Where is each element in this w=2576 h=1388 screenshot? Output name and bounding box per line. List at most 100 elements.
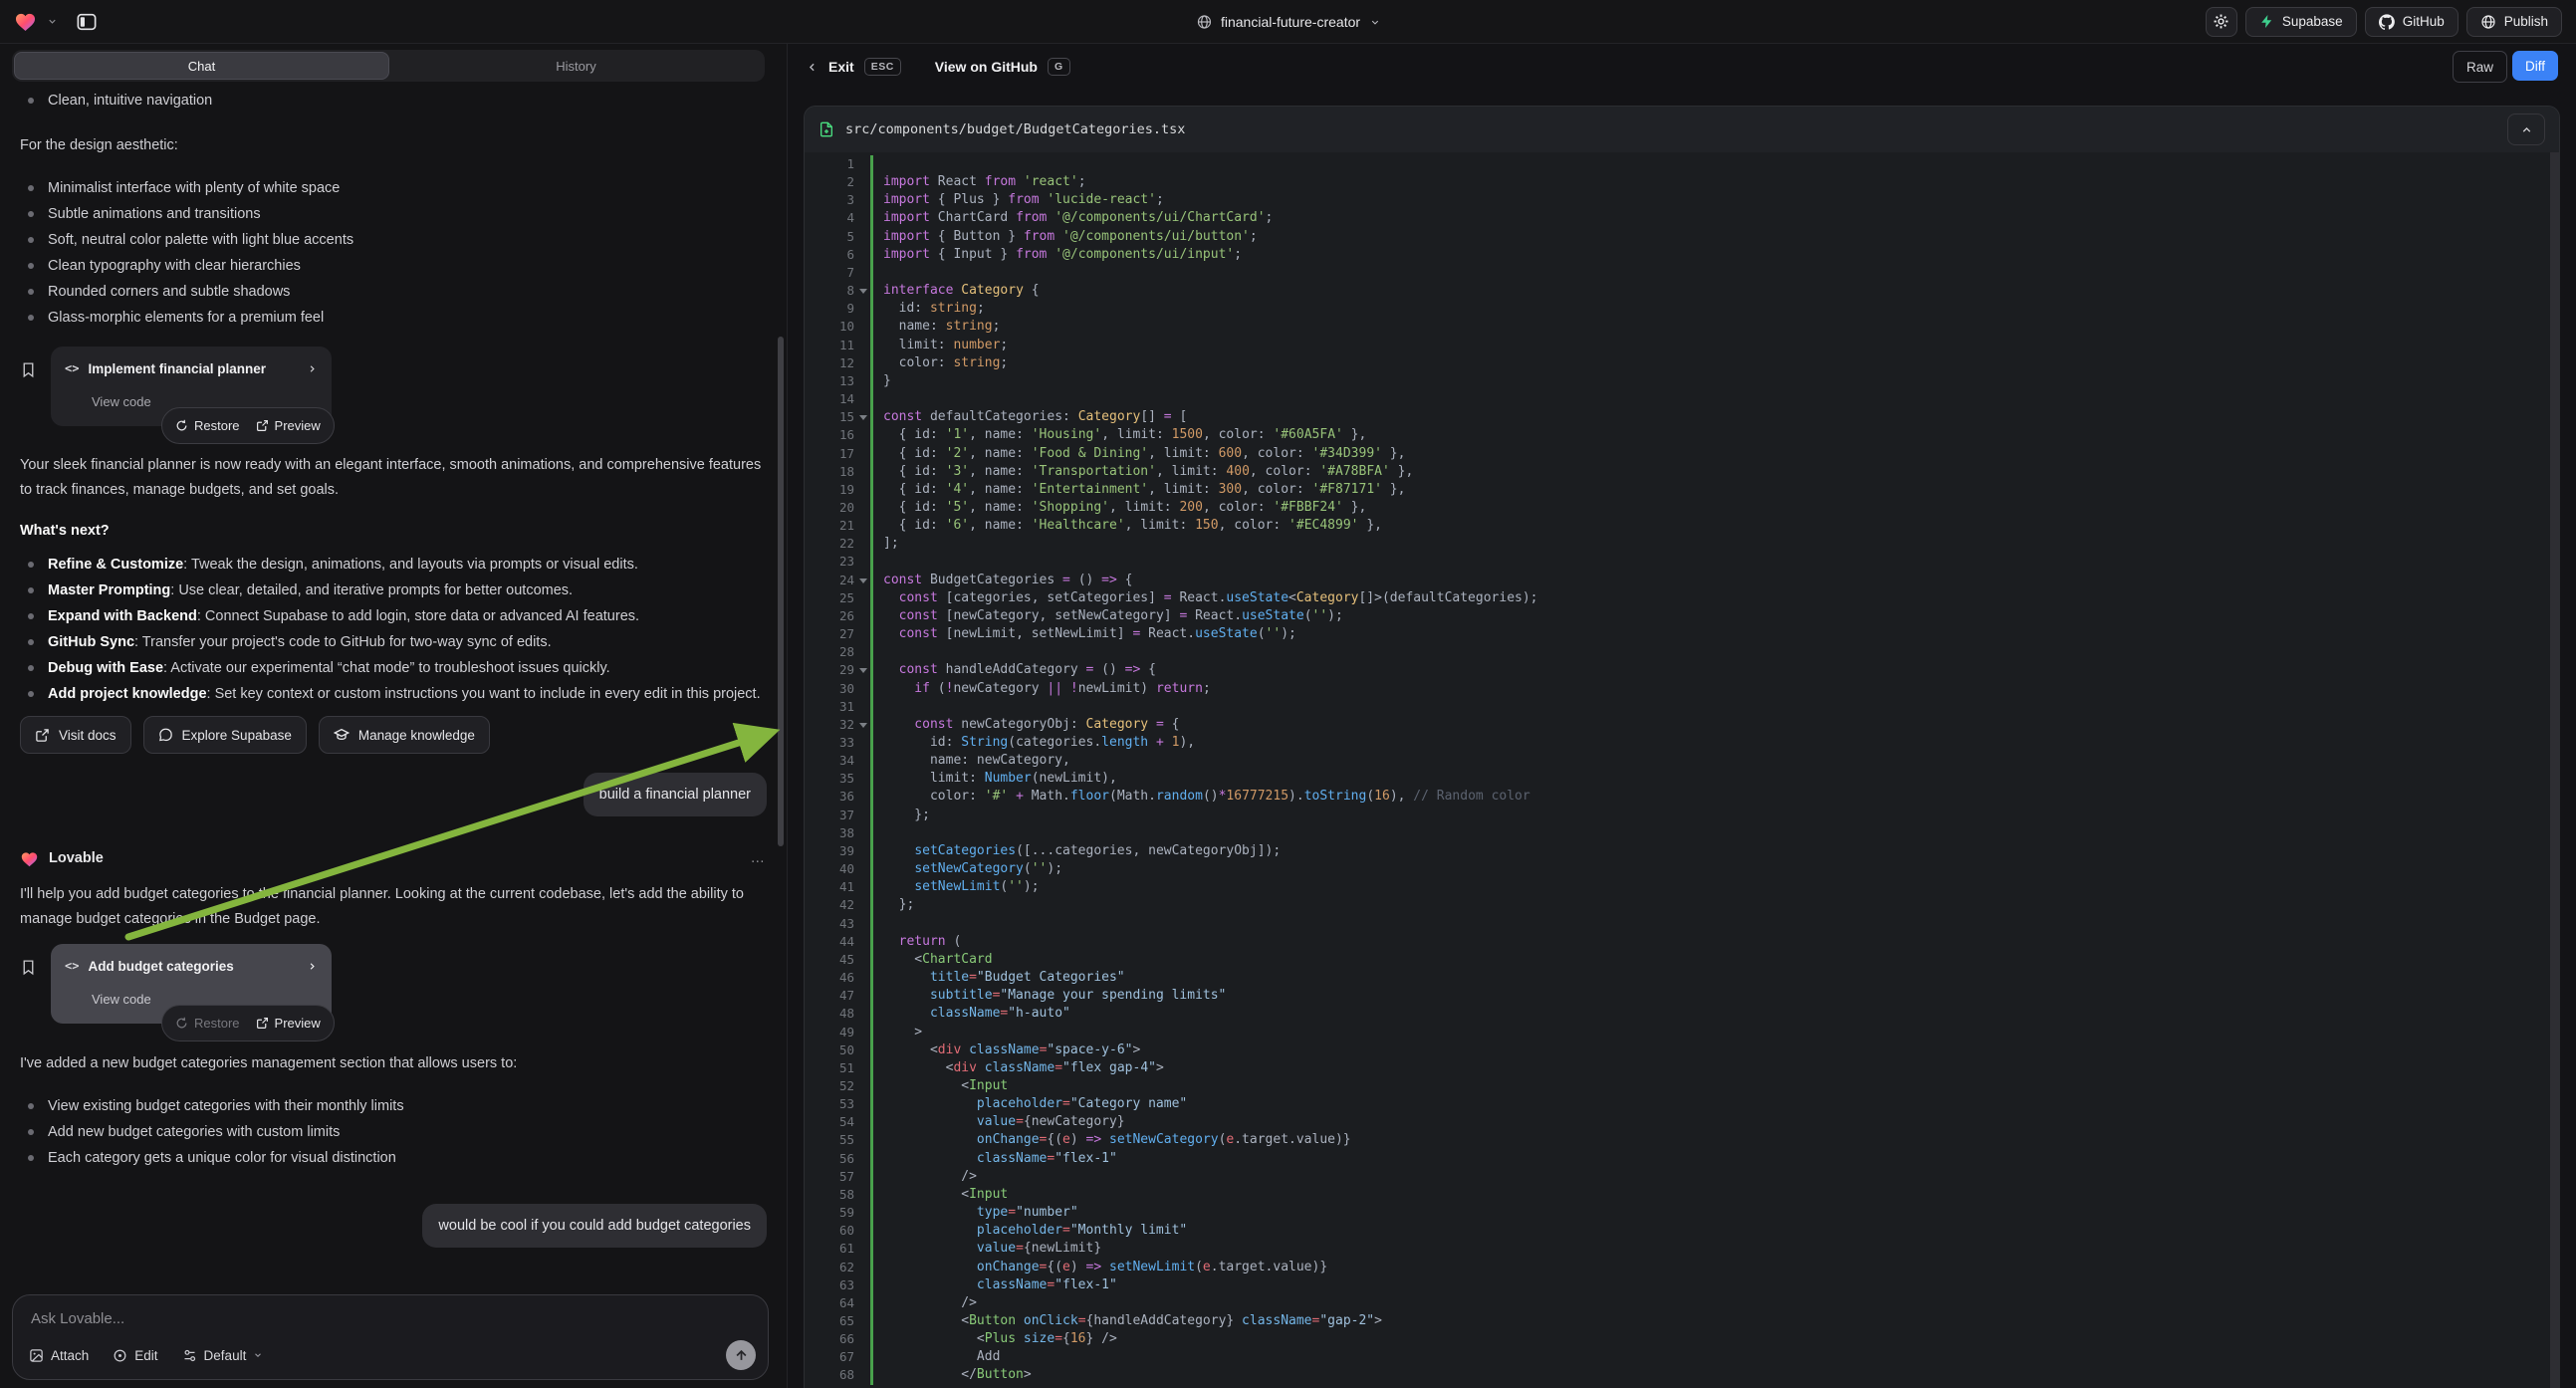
code-line: 47 subtitle="Manage your spending limits…	[805, 987, 2550, 1005]
list-item: Master Prompting: Use clear, detailed, a…	[20, 578, 767, 603]
code-line: 39 setCategories([...categories, newCate…	[805, 842, 2550, 860]
edit-mode-button[interactable]: Edit	[113, 1348, 157, 1363]
supabase-button[interactable]: Supabase	[2245, 7, 2357, 37]
code-line: 59 type="number"	[805, 1204, 2550, 1222]
quick-actions: Visit docs Explore Supabase Manage knowl…	[20, 716, 767, 754]
restore-button[interactable]: Restore	[175, 1011, 240, 1036]
view-on-github-button[interactable]: View on GitHub	[935, 59, 1038, 75]
code-editor[interactable]: 1 2import React from 'react';3import { P…	[805, 152, 2550, 1388]
settings-button[interactable]	[2206, 7, 2237, 37]
collapse-file-button[interactable]	[2507, 114, 2545, 145]
code-line: 46 title="Budget Categories"	[805, 969, 2550, 987]
esc-shortcut-badge: ESC	[864, 58, 901, 76]
restore-button[interactable]: Restore	[175, 413, 240, 438]
manage-knowledge-button[interactable]: Manage knowledge	[319, 716, 490, 754]
chevron-left-icon	[806, 61, 819, 74]
explore-supabase-button[interactable]: Explore Supabase	[143, 716, 307, 754]
supabase-icon	[2259, 14, 2274, 29]
message-more-button[interactable]: …	[751, 846, 768, 871]
code-line: 68 </Button>	[805, 1366, 2550, 1384]
list-item: Rounded corners and subtle shadows	[20, 279, 767, 305]
code-line: 44 return (	[805, 933, 2550, 951]
preview-button[interactable]: Preview	[256, 413, 321, 438]
tab-history[interactable]: History	[389, 52, 763, 80]
restore-icon	[175, 1017, 188, 1030]
exit-button[interactable]: Exit	[828, 59, 854, 75]
arrow-up-icon	[734, 1348, 749, 1363]
whats-next-heading: What's next?	[20, 519, 767, 544]
design-heading: For the design aesthetic:	[20, 133, 767, 158]
project-switcher[interactable]: financial-future-creator	[1196, 0, 1380, 44]
code-viewer-panel: Exit ESC View on GitHub G Raw Diff src/c…	[787, 44, 2576, 1388]
github-icon	[2379, 14, 2395, 30]
code-line: 3import { Plus } from 'lucide-react';	[805, 191, 2550, 209]
bookmark-icon[interactable]	[20, 360, 37, 379]
code-line: 10 name: string;	[805, 318, 2550, 336]
list-item: Clean typography with clear hierarchies	[20, 253, 767, 279]
added-features-list: View existing budget categories with the…	[20, 1093, 767, 1171]
list-item: Add project knowledge: Set key context o…	[20, 681, 767, 707]
restore-preview-pill: Restore Preview	[161, 1005, 335, 1041]
list-item: Clean, intuitive navigation	[20, 88, 767, 114]
code-line: 63 className="flex-1"	[805, 1276, 2550, 1294]
code-icon: <>	[65, 954, 79, 979]
code-line: 38	[805, 824, 2550, 842]
chevron-right-icon	[307, 363, 318, 374]
code-line: 16 { id: '1', name: 'Housing', limit: 15…	[805, 426, 2550, 444]
project-name: financial-future-creator	[1221, 14, 1360, 30]
code-line: 6import { Input } from '@/components/ui/…	[805, 246, 2550, 264]
attach-button[interactable]: Attach	[29, 1348, 89, 1363]
chat-input[interactable]: Ask Lovable...	[13, 1295, 768, 1327]
code-line: 1	[805, 155, 2550, 173]
code-line: 34 name: newCategory,	[805, 752, 2550, 770]
target-icon	[113, 1348, 127, 1363]
code-line: 12 color: string;	[805, 354, 2550, 372]
code-line: 50 <div className="space-y-6">	[805, 1041, 2550, 1059]
code-line: 11 limit: number;	[805, 337, 2550, 354]
code-line: 40 setNewCategory('');	[805, 860, 2550, 878]
github-button[interactable]: GitHub	[2365, 7, 2459, 37]
code-line: 62 onChange={(e) => setNewLimit(e.target…	[805, 1259, 2550, 1276]
visit-docs-button[interactable]: Visit docs	[20, 716, 131, 754]
user-message: would be cool if you could add budget ca…	[422, 1204, 767, 1248]
list-item: Refine & Customize: Tweak the design, an…	[20, 552, 767, 578]
design-bullet-list: Minimalist interface with plenty of whit…	[20, 175, 767, 331]
whats-next-list: Refine & Customize: Tweak the design, an…	[20, 552, 767, 707]
model-selector[interactable]: Default	[182, 1348, 264, 1363]
code-line: 21 { id: '6', name: 'Healthcare', limit:…	[805, 517, 2550, 535]
tab-chat[interactable]: Chat	[14, 52, 389, 80]
preview-button[interactable]: Preview	[256, 1011, 321, 1036]
code-line: 28	[805, 643, 2550, 661]
chevron-down-icon[interactable]	[47, 16, 58, 27]
list-item: Each category gets a unique color for vi…	[20, 1145, 767, 1171]
code-line: 19 { id: '4', name: 'Entertainment', lim…	[805, 481, 2550, 499]
chat-messages: Clean, intuitive navigation For the desi…	[0, 82, 787, 1292]
code-line: 65 <Button onClick={handleAddCategory} c…	[805, 1312, 2550, 1330]
list-item: Minimalist interface with plenty of whit…	[20, 175, 767, 201]
publish-button[interactable]: Publish	[2466, 7, 2562, 37]
list-item: View existing budget categories with the…	[20, 1093, 767, 1119]
bookmark-icon[interactable]	[20, 958, 37, 977]
raw-toggle-button[interactable]: Raw	[2453, 51, 2507, 83]
diff-toggle-button[interactable]: Diff	[2512, 51, 2558, 81]
globe-icon	[1196, 14, 1212, 30]
external-link-icon	[256, 1017, 269, 1030]
code-scrollbar[interactable]	[2550, 152, 2559, 1388]
chat-scrollbar[interactable]	[778, 337, 784, 846]
code-line: 30 if (!newCategory || !newLimit) return…	[805, 680, 2550, 698]
chat-history-tabs: Chat History	[12, 50, 765, 82]
code-line: 4import ChartCard from '@/components/ui/…	[805, 209, 2550, 227]
sidebar-toggle-icon[interactable]	[76, 12, 98, 32]
chevron-down-icon	[253, 1350, 263, 1360]
code-line: 9 id: string;	[805, 300, 2550, 318]
list-item: Glass-morphic elements for a premium fee…	[20, 305, 767, 331]
file-header[interactable]: src/components/budget/BudgetCategories.t…	[805, 107, 2559, 153]
code-line: 14	[805, 390, 2550, 408]
code-line: 26 const [newCategory, setNewCategory] =…	[805, 607, 2550, 625]
assistant-paragraph: I'll help you add budget categories to t…	[20, 882, 762, 932]
lovable-heart-icon	[20, 850, 39, 867]
send-button[interactable]	[726, 1340, 756, 1370]
lovable-logo-icon[interactable]	[14, 11, 37, 32]
code-line: 66 <Plus size={16} />	[805, 1330, 2550, 1348]
code-line: 27 const [newLimit, setNewLimit] = React…	[805, 625, 2550, 643]
